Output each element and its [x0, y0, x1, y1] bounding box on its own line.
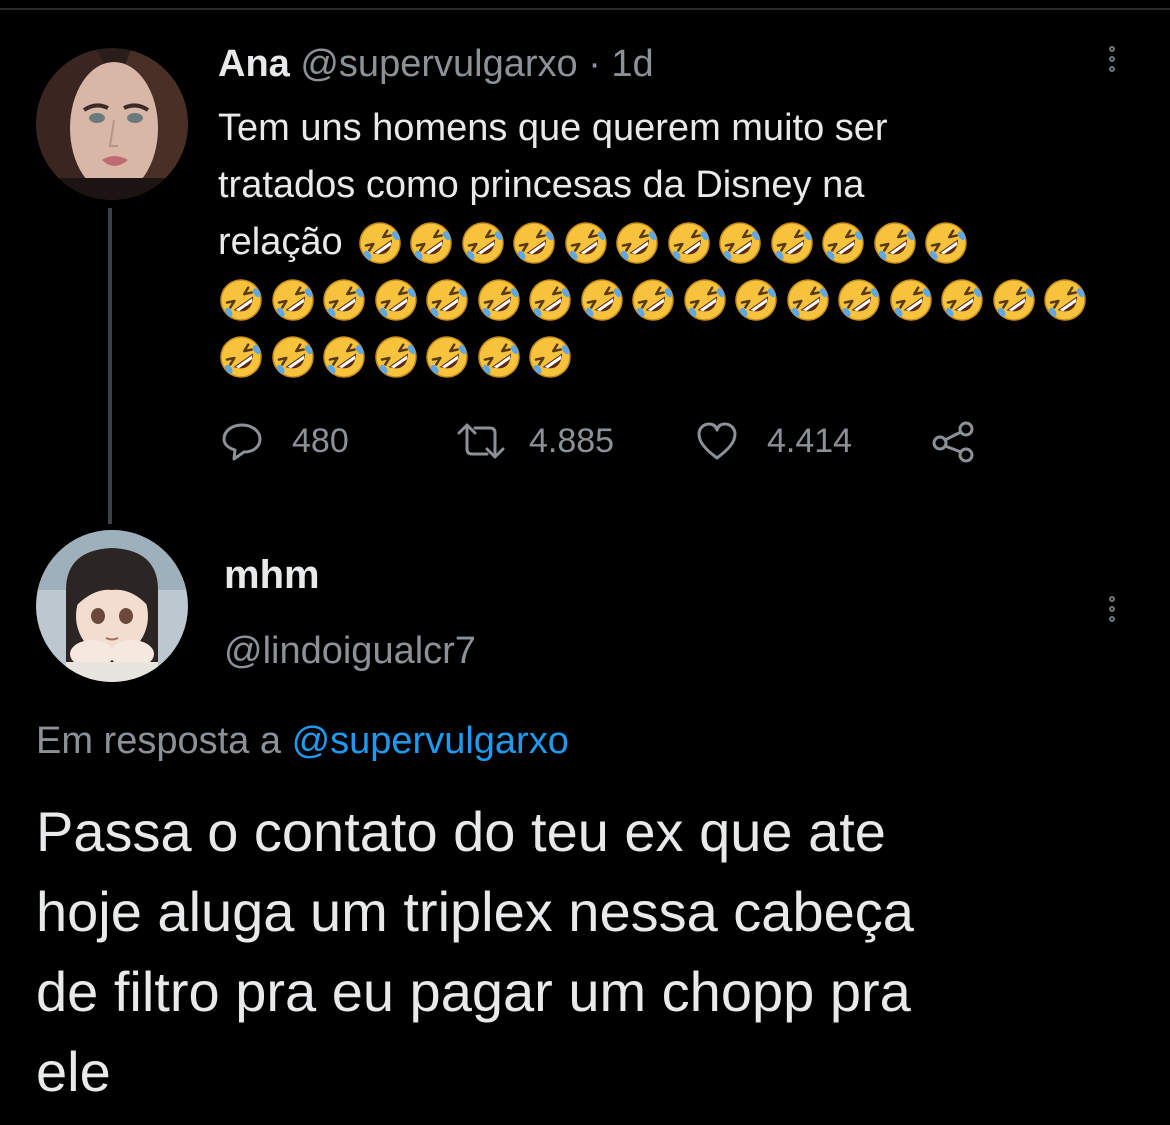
- tweet1-text-line: relação: [218, 221, 343, 263]
- avatar-mhm[interactable]: [36, 530, 188, 682]
- rolling-on-floor-laughing-emoji: [476, 334, 522, 380]
- tweet1-action-bar: 480 4.885 4.414: [0, 416, 1170, 466]
- rolling-on-floor-laughing-emoji: [836, 277, 882, 323]
- rolling-on-floor-laughing-emoji: [527, 277, 573, 323]
- rolling-on-floor-laughing-emoji: [991, 277, 1037, 323]
- tweet2-text-line: Passa o contato do teu ex que ate: [36, 800, 886, 863]
- rolling-on-floor-laughing-emoji: [408, 220, 454, 266]
- tweet1-separator: ·: [588, 43, 601, 85]
- rolling-on-floor-laughing-emoji: [460, 220, 506, 266]
- avatar-ana-image: [36, 48, 188, 200]
- rolling-on-floor-laughing-emoji: [717, 220, 763, 266]
- rolling-on-floor-laughing-emoji: [424, 277, 470, 323]
- tweet2-more-options-icon[interactable]: [1107, 596, 1117, 626]
- like-count: 4.414: [767, 421, 853, 460]
- tweet1-text: Tem uns homens que querem muito ser trat…: [218, 100, 1128, 385]
- rolling-on-floor-laughing-emoji: [733, 277, 779, 323]
- tweet1-emoji-row: relação: [218, 214, 1128, 271]
- tweet2-text: Passa o contato do teu ex que ate hoje a…: [36, 792, 1136, 1112]
- rolling-on-floor-laughing-emoji: [270, 277, 316, 323]
- tweet2-handle[interactable]: @lindoigualcr7: [224, 626, 476, 676]
- tweet2-author-name[interactable]: mhm: [224, 550, 320, 600]
- reply-button[interactable]: 480: [220, 416, 349, 466]
- reply-mention-link[interactable]: @supervulgarxo: [292, 720, 569, 762]
- tweet1-text-line: Tem uns homens que querem muito ser: [218, 107, 888, 149]
- rolling-on-floor-laughing-emoji: [666, 220, 712, 266]
- retweet-icon: [457, 423, 505, 459]
- tweet1-more-options-icon[interactable]: [1107, 46, 1117, 76]
- reply-prefix: Em resposta a: [36, 720, 281, 762]
- rolling-on-floor-laughing-emoji: [563, 220, 609, 266]
- tweet2-text-line: de filtro pra eu pagar um chopp pra: [36, 960, 911, 1023]
- rolling-on-floor-laughing-emoji: [218, 277, 264, 323]
- rolling-on-floor-laughing-emoji: [270, 334, 316, 380]
- rolling-on-floor-laughing-emoji: [579, 277, 625, 323]
- avatar-ana[interactable]: [36, 48, 188, 200]
- rolling-on-floor-laughing-emoji: [785, 277, 831, 323]
- rolling-on-floor-laughing-emoji: [614, 220, 660, 266]
- rolling-on-floor-laughing-emoji: [424, 334, 470, 380]
- tweet1-handle[interactable]: @supervulgarxo: [300, 43, 577, 85]
- rolling-on-floor-laughing-emoji: [939, 277, 985, 323]
- like-button[interactable]: 4.414: [695, 416, 852, 466]
- reply-context: Em resposta a @supervulgarxo: [36, 716, 569, 766]
- rolling-on-floor-laughing-emoji: [630, 277, 676, 323]
- tweet1-text-line: tratados como princesas da Disney na: [218, 164, 865, 206]
- rolling-on-floor-laughing-emoji: [888, 277, 934, 323]
- share-icon: [932, 421, 974, 463]
- tweet1-emoji-row: [218, 271, 1128, 328]
- top-divider: [0, 8, 1170, 10]
- retweet-count: 4.885: [529, 421, 615, 460]
- tweet2-text-line: hoje aluga um triplex nessa cabeça: [36, 880, 914, 943]
- avatar-mhm-image: [36, 530, 188, 682]
- tweet1-time[interactable]: 1d: [611, 43, 653, 85]
- rolling-on-floor-laughing-emoji: [373, 277, 419, 323]
- reply-icon: [222, 423, 262, 461]
- retweet-button[interactable]: 4.885: [453, 416, 614, 466]
- rolling-on-floor-laughing-emoji: [872, 220, 918, 266]
- rolling-on-floor-laughing-emoji: [373, 334, 419, 380]
- rolling-on-floor-laughing-emoji: [923, 220, 969, 266]
- rolling-on-floor-laughing-emoji: [218, 334, 264, 380]
- thread-connector-line: [108, 208, 112, 524]
- tweet1-author-name[interactable]: Ana: [218, 43, 290, 85]
- tweet2-text-line: ele: [36, 1040, 111, 1103]
- share-button[interactable]: [930, 416, 978, 466]
- rolling-on-floor-laughing-emoji: [511, 220, 557, 266]
- rolling-on-floor-laughing-emoji: [1042, 277, 1088, 323]
- heart-icon: [697, 422, 737, 460]
- rolling-on-floor-laughing-emoji: [476, 277, 522, 323]
- tweet1-header: Ana @supervulgarxo · 1d: [218, 40, 654, 88]
- rolling-on-floor-laughing-emoji: [682, 277, 728, 323]
- rolling-on-floor-laughing-emoji: [321, 277, 367, 323]
- tweet1-emoji-row: [218, 328, 1128, 385]
- rolling-on-floor-laughing-emoji: [769, 220, 815, 266]
- rolling-on-floor-laughing-emoji: [527, 334, 573, 380]
- rolling-on-floor-laughing-emoji: [321, 334, 367, 380]
- rolling-on-floor-laughing-emoji: [820, 220, 866, 266]
- rolling-on-floor-laughing-emoji: [357, 220, 403, 266]
- reply-count: 480: [292, 421, 349, 460]
